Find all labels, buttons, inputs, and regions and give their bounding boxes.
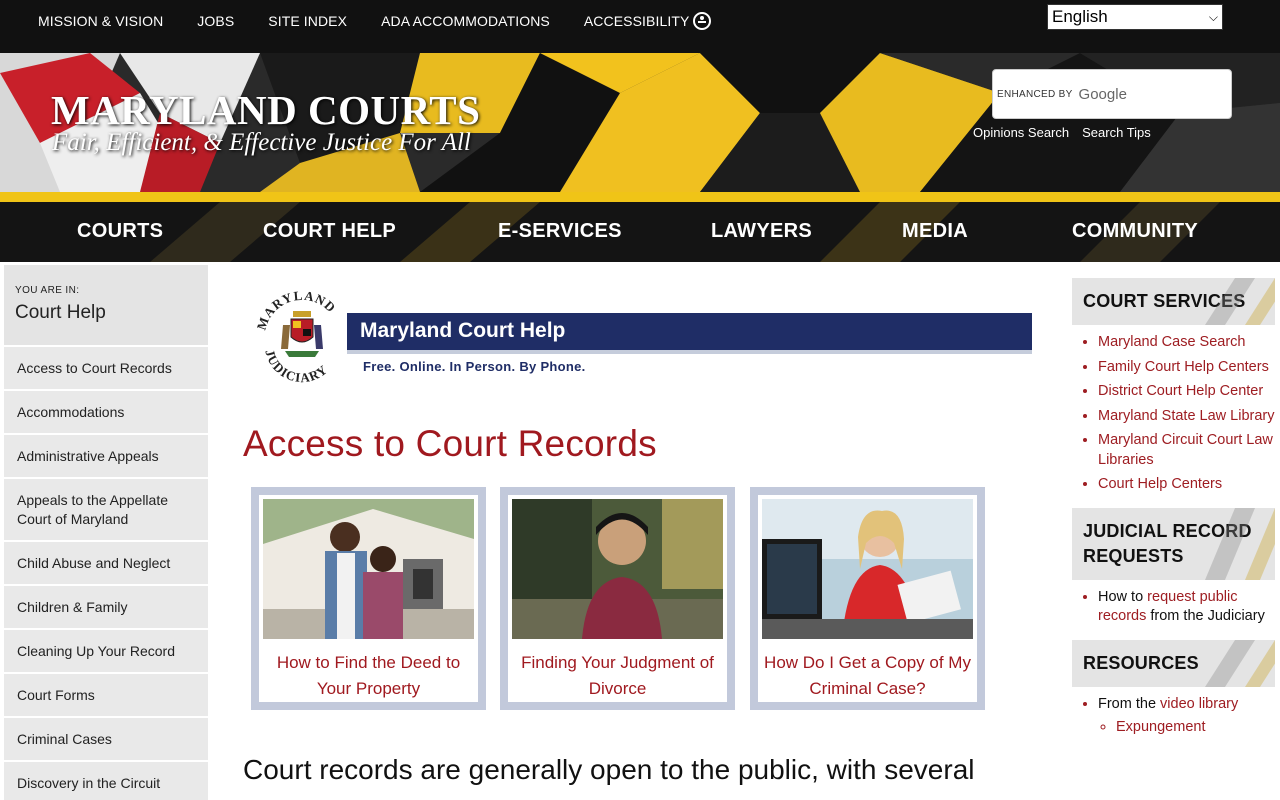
language-value: English [1052,7,1108,26]
case-search-link[interactable]: Maryland Case Search [1098,334,1246,350]
utility-links: MISSION & VISION JOBS SITE INDEX ADA ACC… [38,12,745,30]
main-content: MARYLAND JUDICIARY Maryland Court Help F… [243,265,1043,800]
language-select[interactable]: English ⌵ [1047,4,1223,30]
sidebar: YOU ARE IN: Court Help Access to Court R… [4,265,208,800]
judicial-records-list: How to request public records from the J… [1072,580,1275,640]
judiciary-seal: MARYLAND JUDICIARY [257,288,338,386]
video-library-link[interactable]: video library [1160,696,1238,712]
judicial-records-heading: JUDICIAL RECORD REQUESTS [1072,507,1275,580]
heading-flag-decoration [1205,278,1275,325]
search-google-label: Google [1078,85,1127,103]
card-caption: How to Find the Deed to Your Property [276,653,461,698]
opinions-search-link[interactable]: Opinions Search [973,125,1069,140]
sidebar-item-appeals[interactable]: Appeals to the Appellate Court of Maryla… [4,477,208,540]
list-item: Maryland State Law Library [1098,407,1275,427]
page-title: Access to Court Records [243,423,657,464]
resources-sublist: Expungement [1098,718,1275,738]
state-law-library-link[interactable]: Maryland State Law Library [1098,408,1275,424]
resources-title: RESOURCES [1083,652,1199,673]
right-column: COURT SERVICES Maryland Case Search Fami… [1072,278,1275,800]
search-enhanced-label: ENHANCED BY [997,88,1073,100]
sidebar-item-discovery[interactable]: Discovery in the Circuit [4,760,208,800]
judicial-pre-text: How to [1098,588,1148,605]
search-input[interactable]: ENHANCED BY Google [992,69,1232,119]
court-help-title: Maryland Court Help [360,319,566,342]
sidebar-item-child-abuse[interactable]: Child Abuse and Neglect [4,540,208,584]
card-find-deed[interactable]: How to Find the Deed to Your Property [251,487,486,710]
person-portrait-photo [512,499,723,639]
utility-bar: MISSION & VISION JOBS SITE INDEX ADA ACC… [0,0,1280,53]
list-item: Court Help Centers [1098,475,1275,495]
list-item: Family Court Help Centers [1098,358,1275,378]
accessibility-icon [693,12,712,30]
card-criminal-case[interactable]: How Do I Get a Copy of My Criminal Case? [750,487,985,710]
site-title[interactable]: MARYLAND COURTS [51,86,480,134]
heading-flag-decoration [1205,507,1275,580]
search-links: Opinions Search Search Tips [973,125,1151,140]
list-item: Maryland Circuit Court Law Libraries [1098,431,1275,470]
sidebar-item-court-forms[interactable]: Court Forms [4,672,208,716]
resources-pre-text: From the [1098,695,1161,712]
site-index-link[interactable]: SITE INDEX [268,12,347,30]
sidebar-item-criminal-cases[interactable]: Criminal Cases [4,716,208,760]
judicial-post-text: from the Judiciary [1146,608,1265,624]
current-section: Court Help [15,302,106,323]
card-caption: How Do I Get a Copy of My Criminal Case? [764,653,971,698]
gold-divider [0,192,1280,202]
list-item: How to request public records from the J… [1098,588,1275,627]
nav-community[interactable]: COMMUNITY [1072,220,1198,243]
header-banner: MARYLAND COURTS Fair, Efficient, & Effec… [0,53,1280,192]
main-nav: COURTS COURT HELP E-SERVICES LAWYERS MED… [0,202,1280,262]
nav-lawyers[interactable]: LAWYERS [711,220,812,243]
nav-media[interactable]: MEDIA [902,220,968,243]
you-are-in-label: YOU ARE IN: [15,285,80,296]
sidebar-item-accommodations[interactable]: Accommodations [4,389,208,433]
resources-heading: RESOURCES [1072,639,1275,687]
accessibility-link[interactable]: ACCESSIBILITY [584,12,712,30]
district-help-link[interactable]: District Court Help Center [1098,383,1263,399]
court-help-subtitle: Free. Online. In Person. By Phone. [363,359,586,374]
mission-vision-link[interactable]: MISSION & VISION [38,12,163,30]
court-help-logo: MARYLAND JUDICIARY Maryland Court Help F… [257,285,1032,390]
expungement-link[interactable]: Expungement [1116,719,1205,735]
list-item: From the video library Expungement [1098,695,1275,738]
list-item: District Court Help Center [1098,382,1275,402]
chevron-down-icon: ⌵ [1208,9,1218,24]
family-help-link[interactable]: Family Court Help Centers [1098,359,1269,375]
breadcrumb: YOU ARE IN: Court Help [4,265,208,345]
list-item: Maryland Case Search [1098,333,1275,353]
court-help-centers-link[interactable]: Court Help Centers [1098,476,1222,492]
jobs-link[interactable]: JOBS [197,12,234,30]
site-tagline: Fair, Efficient, & Effective Justice For… [52,129,471,156]
ada-accommodations-link[interactable]: ADA ACCOMMODATIONS [381,12,550,30]
court-help-banner: Maryland Court Help [347,313,1032,354]
heading-flag-decoration [1205,639,1275,687]
couple-house-photo [263,499,474,639]
page: MISSION & VISION JOBS SITE INDEX ADA ACC… [0,0,1280,800]
sidebar-item-cleaning-record[interactable]: Cleaning Up Your Record [4,628,208,672]
office-worker-photo [762,499,973,639]
resources-list: From the video library Expungement [1072,687,1275,751]
nav-e-services[interactable]: E-SERVICES [498,220,622,243]
card-judgment-divorce[interactable]: Finding Your Judgment of Divorce [500,487,735,710]
list-item: Expungement [1116,718,1275,738]
court-services-list: Maryland Case Search Family Court Help C… [1072,325,1275,508]
sidebar-item-admin-appeals[interactable]: Administrative Appeals [4,433,208,477]
court-services-heading: COURT SERVICES [1072,278,1275,325]
card-caption: Finding Your Judgment of Divorce [521,653,714,698]
sidebar-item-children-family[interactable]: Children & Family [4,584,208,628]
circuit-libraries-link[interactable]: Maryland Circuit Court Law Libraries [1098,432,1273,468]
search-tips-link[interactable]: Search Tips [1082,125,1151,140]
accessibility-label: ACCESSIBILITY [583,13,690,29]
sidebar-item-access-records[interactable]: Access to Court Records [4,345,208,389]
nav-court-help[interactable]: COURT HELP [263,220,396,243]
intro-paragraph: Court records are generally open to the … [243,754,975,785]
nav-courts[interactable]: COURTS [77,220,163,243]
